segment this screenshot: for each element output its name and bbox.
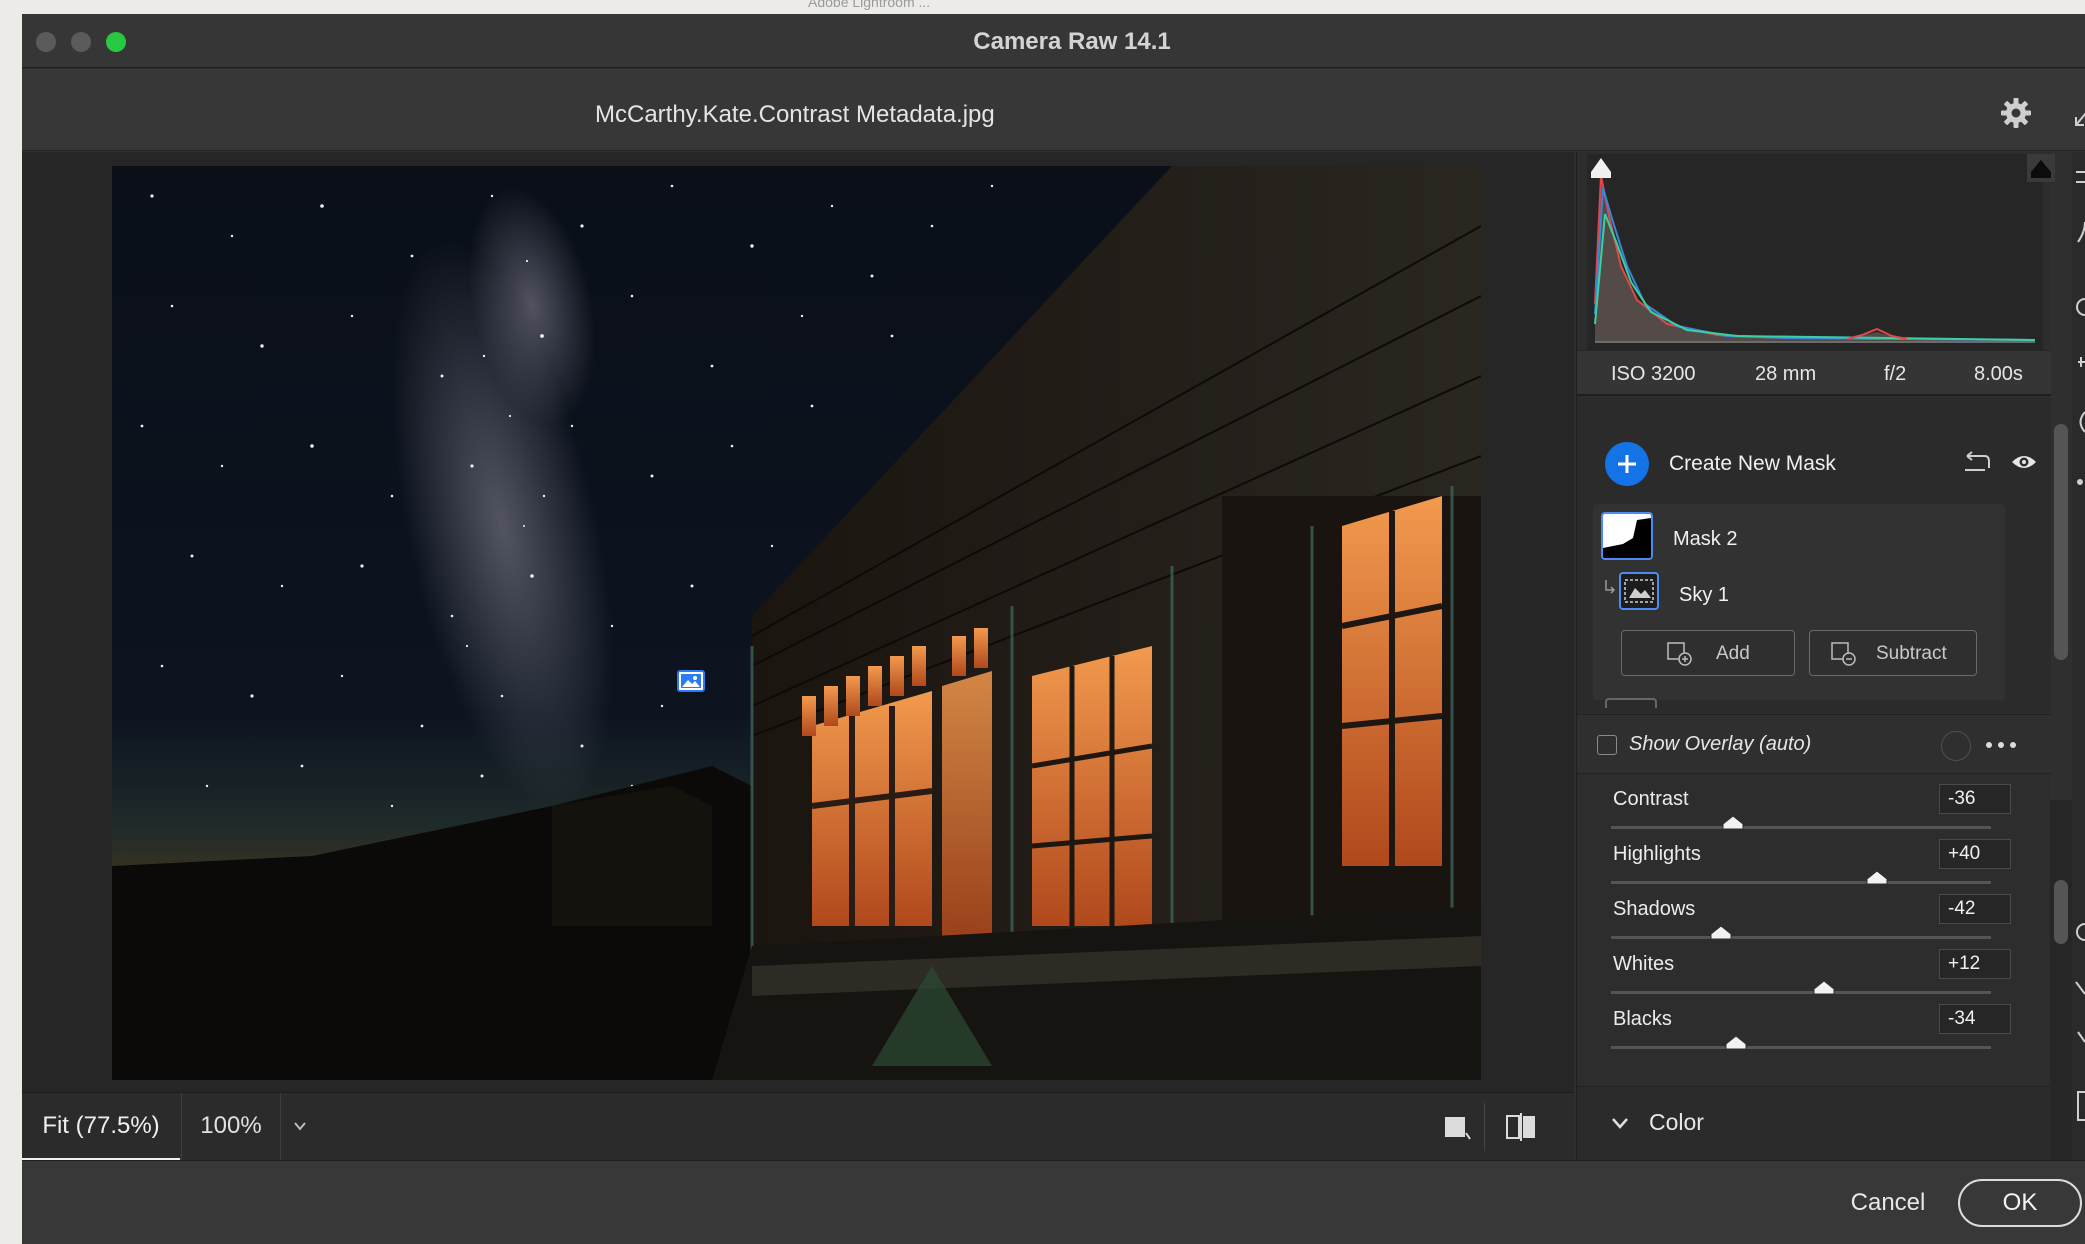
slider-label: Shadows (1613, 898, 1696, 920)
window-title: Camera Raw 14.1 (973, 28, 1171, 55)
overlay-row: Show Overlay (auto) (1577, 714, 2051, 774)
slider-value-input[interactable]: -36 (1939, 784, 2011, 814)
add-mask-icon (1667, 642, 1692, 666)
mask-thumbnail[interactable] (1601, 512, 1653, 560)
slider-thumb[interactable] (1812, 979, 1836, 995)
camera-raw-window: Camera Raw 14.1 McCarthy.Kate.Contrast M… (22, 14, 2085, 1244)
create-mask-label[interactable]: Create New Mask (1669, 452, 1836, 476)
contrast-slider-row: Contrast -36 (1577, 784, 2051, 843)
zoom-toolbar: Fit (77.5%) 100% (22, 1092, 1574, 1161)
expand-icon[interactable] (2072, 105, 2085, 129)
show-overlay-checkbox[interactable] (1597, 735, 1617, 755)
subtract-mask-button[interactable]: Subtract (1809, 630, 1977, 676)
tool-strip (2072, 152, 2085, 1160)
single-view-icon[interactable] (1442, 1113, 1472, 1143)
background-window-caption: Adobe Lightroom ... (808, 0, 931, 10)
shutter-value: 8.00s (1974, 363, 2023, 385)
zoom-100-button[interactable]: 100% (181, 1093, 281, 1161)
image-canvas[interactable] (22, 152, 1574, 1092)
slider-thumb[interactable] (1721, 814, 1745, 830)
slider-thumb[interactable] (1865, 869, 1889, 885)
mask-list: Mask 2 Sky 1 Add Subtract (1593, 504, 2005, 700)
photo-preview[interactable] (112, 166, 1481, 1080)
more-options-icon[interactable] (1985, 741, 2017, 749)
file-name: McCarthy.Kate.Contrast Metadata.jpg (595, 101, 995, 128)
add-mask-label: Add (1716, 643, 1750, 664)
desktop-background: Adobe Lightroom ... (0, 0, 2085, 14)
slider-track[interactable] (1611, 826, 1991, 829)
iso-value: ISO 3200 (1611, 363, 1696, 385)
tool-icons[interactable] (2072, 152, 2085, 1160)
dialog-footer: Cancel OK (22, 1160, 2085, 1244)
add-mask-button[interactable]: Add (1621, 630, 1795, 676)
mask-pin-icon[interactable] (677, 670, 705, 692)
slider-track[interactable] (1611, 1046, 1991, 1049)
reset-mask-icon[interactable] (1961, 450, 1991, 474)
right-panel: ISO 3200 28 mm f/2 8.00s Create New Mask (1576, 152, 2055, 1160)
edit-scroll-track[interactable] (2050, 800, 2072, 1160)
slider-value-input[interactable]: -42 (1939, 894, 2011, 924)
ok-button[interactable]: OK (1958, 1179, 2082, 1227)
slider-value-input[interactable]: -34 (1939, 1004, 2011, 1034)
highlights-slider-row: Highlights +40 (1577, 839, 2051, 898)
slider-value-input[interactable]: +12 (1939, 949, 2011, 979)
masks-panel: Create New Mask Mask 2 Sky 1 Add Subtrac… (1577, 398, 2051, 713)
mask-item-label[interactable]: Mask 2 (1673, 528, 1737, 551)
histogram (1587, 154, 2055, 350)
sub-mask-arrow-icon (1605, 580, 1616, 594)
before-after-icon[interactable] (1504, 1111, 1538, 1143)
create-mask-button[interactable] (1605, 442, 1649, 486)
slider-track[interactable] (1611, 936, 1991, 939)
slider-label: Whites (1613, 953, 1675, 975)
chevron-down-icon[interactable] (1611, 1117, 1629, 1129)
color-section-label[interactable]: Color (1649, 1109, 1704, 1136)
slider-track[interactable] (1611, 991, 1991, 994)
show-overlay-label[interactable]: Show Overlay (auto) (1629, 733, 1811, 756)
slider-track[interactable] (1611, 881, 1991, 884)
slider-value-input[interactable]: +40 (1939, 839, 2011, 869)
gear-icon[interactable] (2000, 97, 2032, 129)
slider-thumb[interactable] (1724, 1034, 1748, 1050)
aperture-value: f/2 (1884, 363, 1907, 385)
shadow-clipping-icon[interactable] (1587, 154, 1615, 182)
slider-label: Contrast (1613, 788, 1689, 810)
chevron-down-icon[interactable] (292, 1119, 308, 1133)
file-header: McCarthy.Kate.Contrast Metadata.jpg (22, 69, 2085, 151)
cancel-button[interactable]: Cancel (1822, 1181, 1954, 1225)
next-mask-thumbnail[interactable] (1605, 698, 1657, 708)
plus-icon (1618, 455, 1636, 473)
blacks-slider-row: Blacks -34 (1577, 1004, 2051, 1063)
adjustment-sliders: Contrast -36 Highlights +40 Shadows -42 … (1577, 776, 2051, 1076)
slider-thumb[interactable] (1709, 924, 1733, 940)
slider-label: Highlights (1613, 843, 1701, 865)
focal-length-value: 28 mm (1755, 363, 1817, 385)
subtract-mask-icon (1831, 642, 1856, 666)
whites-slider-row: Whites +12 (1577, 949, 2051, 1008)
highlight-clipping-icon[interactable] (2027, 154, 2055, 182)
toolbar-divider (1484, 1103, 1485, 1151)
zoom-fit-button[interactable]: Fit (77.5%) (22, 1093, 180, 1161)
shadows-slider-row: Shadows -42 (1577, 894, 2051, 953)
sub-mask-label[interactable]: Sky 1 (1679, 584, 1729, 607)
exif-info: ISO 3200 28 mm f/2 8.00s (1577, 350, 2051, 396)
masks-scrollbar[interactable] (2054, 424, 2068, 660)
sky-mask-icon[interactable] (1619, 572, 1659, 610)
eye-icon[interactable] (2011, 452, 2037, 472)
color-section-header[interactable]: Color (1577, 1086, 2051, 1160)
night-sky-building-image (112, 166, 1481, 1080)
edit-scrollbar[interactable] (2054, 880, 2068, 944)
overlay-color-swatch[interactable] (1941, 731, 1971, 761)
title-bar: Camera Raw 14.1 (22, 14, 2085, 68)
subtract-mask-label: Subtract (1876, 643, 1947, 664)
slider-label: Blacks (1613, 1008, 1672, 1030)
